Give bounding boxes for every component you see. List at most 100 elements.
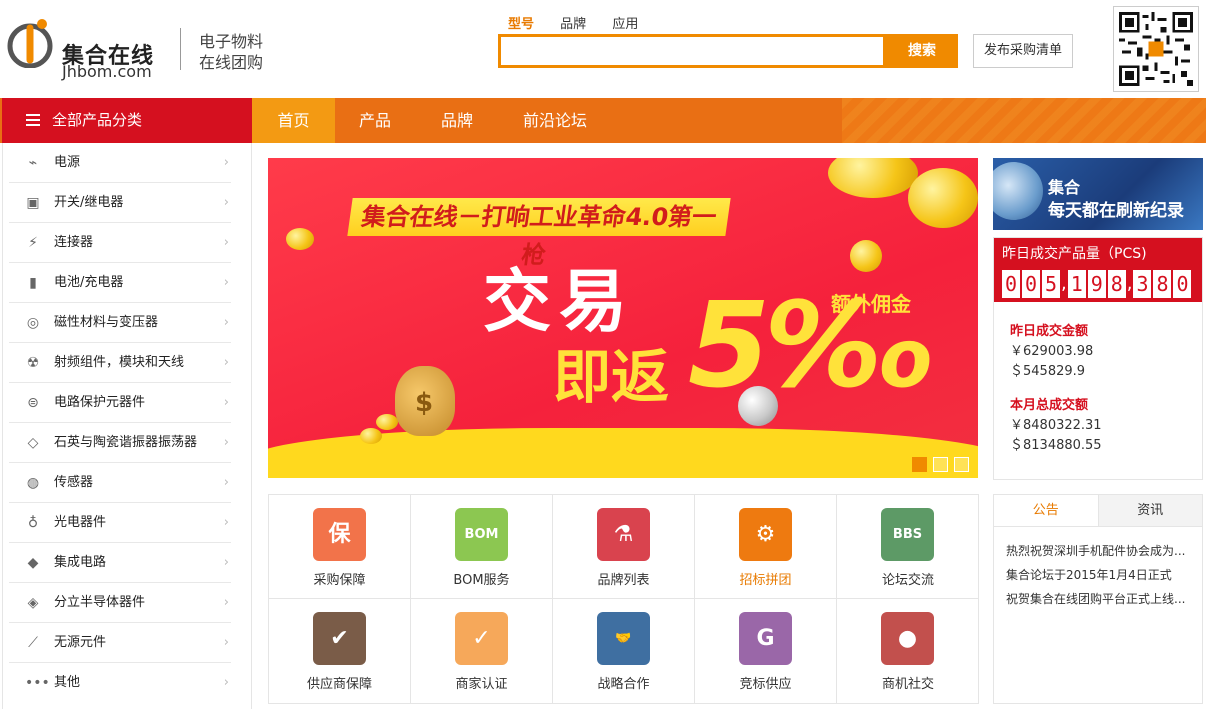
banner-dot-3[interactable] — [954, 457, 969, 472]
counter-separator: , — [1061, 273, 1067, 294]
service-label: 招标拼团 — [739, 573, 792, 588]
qr-code-icon — [1113, 6, 1199, 92]
notice-item[interactable]: 热烈祝贺深圳手机配件协会成为... — [1006, 539, 1192, 563]
hero-banner[interactable]: 集合在线－打响工业革命4.0第一枪 交易 即返 5‰ 额外佣金 $ — [268, 158, 978, 478]
user-verify-icon: ✓ — [455, 612, 508, 665]
nav-products[interactable]: 产品 — [359, 98, 391, 143]
month-amount-usd: ＄8134880.55 — [1010, 438, 1102, 453]
circuit-protect-icon: ⊜ — [27, 395, 39, 411]
gold-coin-icon — [376, 414, 398, 430]
counter-digit: 5 — [1042, 270, 1060, 298]
service-tile[interactable]: ✔ 供应商保障 — [269, 599, 411, 703]
banner-dot-1[interactable] — [912, 457, 927, 472]
category-item-switch[interactable]: ▣ 开关/继电器 › — [9, 183, 231, 223]
category-label: 射频组件，模块和天线 — [54, 355, 185, 370]
category-item-crystal[interactable]: ◇ 石英与陶瓷谐振器振荡器 › — [9, 423, 231, 463]
connector-icon: ⚡ — [28, 235, 38, 251]
banner-title: 集合在线－打响工业革命4.0第一枪 — [347, 198, 731, 269]
search-tab-application[interactable]: 应用 — [612, 17, 638, 32]
service-tile[interactable]: 🤝 战略合作 — [553, 599, 695, 703]
chevron-right-icon: › — [223, 435, 229, 450]
services-grid: 保采购保障 BOM BOM服务 ⚗ 品牌列表 ⚙ 招标拼团 BBS 论坛交流 ✔ 供应商保障 ✓ 商家认… — [268, 494, 979, 704]
category-item-passive[interactable]: ⟋ 无源元件 › — [9, 623, 231, 663]
tab-announcements[interactable]: 公告 — [994, 495, 1099, 526]
record-promo-banner[interactable]: 集合 每天都在刷新纪录 — [993, 158, 1203, 230]
category-label: 磁性材料与变压器 — [54, 315, 159, 330]
search-tab-brand[interactable]: 品牌 — [560, 17, 586, 32]
notice-item[interactable]: 集合论坛于2015年1月4日正式 — [1006, 563, 1192, 587]
main-nav: 全部产品分类 首页 产品 品牌 前沿论坛 — [0, 98, 1206, 143]
search-button[interactable]: 搜索 — [886, 34, 958, 68]
banner-dot-2[interactable] — [933, 457, 948, 472]
category-item-other[interactable]: ••• 其他 › — [9, 663, 231, 703]
category-item-ic[interactable]: ◆ 集成电路 › — [9, 543, 231, 583]
yesterday-amount-usd: ＄545829.9 — [1010, 364, 1086, 379]
chevron-right-icon: › — [223, 475, 229, 490]
notice-item[interactable]: 祝贺集合在线团购平台正式上线... — [1006, 587, 1192, 611]
category-item-semiconductor[interactable]: ◈ 分立半导体器件 › — [9, 583, 231, 623]
service-tile[interactable]: G 竞标供应 — [695, 599, 837, 703]
tab-news[interactable]: 资讯 — [1098, 495, 1202, 526]
service-tile[interactable]: BOM BOM服务 — [411, 495, 553, 599]
radio-icon: ☢ — [26, 355, 40, 371]
logo-divider — [180, 28, 181, 70]
category-item-power[interactable]: ⌁ 电源 › — [9, 143, 231, 183]
chevron-right-icon: › — [223, 275, 229, 290]
counter-digit: 1 — [1067, 270, 1086, 298]
category-sidebar: ⌁ 电源 › ▣ 开关/继电器 › ⚡ 连接器 › ▮ 电池/充电器 › ◎ 磁性材料与变压器 › … — [2, 143, 252, 709]
service-tile[interactable]: ● 商机社交 — [837, 599, 979, 703]
shield-icon: 保 — [313, 508, 366, 561]
category-item-magnet[interactable]: ◎ 磁性材料与变压器 › — [9, 303, 231, 343]
category-item-rf[interactable]: ☢ 射频组件，模块和天线 › — [9, 343, 231, 383]
category-label: 其他 — [54, 675, 81, 690]
search-input[interactable] — [498, 34, 886, 68]
service-tile[interactable]: ⚙ 招标拼团 — [695, 495, 837, 599]
site-logo[interactable]: 集合在线 Jhbom.com — [4, 12, 174, 81]
category-item-optoelectronic[interactable]: ♁ 光电器件 › — [9, 503, 231, 543]
search-tab-model[interactable]: 型号 — [508, 17, 534, 32]
notice-list: 热烈祝贺深圳手机配件协会成为... 集合论坛于2015年1月4日正式 祝贺集合在… — [994, 527, 1202, 611]
service-label: 论坛交流 — [881, 573, 934, 588]
service-tile[interactable]: BBS 论坛交流 — [837, 495, 979, 599]
more-icon: ••• — [25, 675, 50, 691]
category-item-battery[interactable]: ▮ 电池/充电器 › — [9, 263, 231, 303]
service-label: 商家认证 — [455, 677, 508, 692]
social-icon: ● — [881, 612, 934, 665]
header: 集合在线 Jhbom.com 电子物料 在线团购 型号 品牌 应用 搜索 发布采… — [0, 0, 1206, 98]
semiconductor-icon: ◈ — [27, 595, 39, 611]
category-label: 开关/继电器 — [54, 195, 124, 210]
switch-icon: ▣ — [26, 195, 40, 211]
power-icon: ⌁ — [28, 155, 38, 171]
service-tile[interactable]: ⚗ 品牌列表 — [553, 495, 695, 599]
counter-digit: 0 — [1002, 270, 1020, 298]
volume-counter: 005,198,380 — [1002, 270, 1194, 298]
service-tile[interactable]: 保采购保障 — [269, 495, 411, 599]
all-categories-label: 全部产品分类 — [52, 111, 143, 129]
counter-digit: 9 — [1087, 270, 1106, 298]
ic-icon: ◆ — [27, 555, 39, 571]
service-label: 品牌列表 — [597, 573, 650, 588]
category-item-circuit-protect[interactable]: ⊜ 电路保护元器件 › — [9, 383, 231, 423]
chevron-right-icon: › — [223, 595, 229, 610]
nav-home[interactable]: 首页 — [252, 98, 335, 143]
gold-coin-icon — [908, 168, 978, 228]
category-item-sensor[interactable]: ◍ 传感器 › — [9, 463, 231, 503]
counter-digit: 8 — [1107, 270, 1126, 298]
stats-header: 昨日成交产品量（PCS) 005,198,380 — [994, 238, 1202, 302]
category-label: 连接器 — [54, 235, 94, 250]
nav-brands[interactable]: 品牌 — [441, 98, 473, 143]
nav-forum[interactable]: 前沿论坛 — [523, 98, 587, 143]
category-label: 分立半导体器件 — [54, 595, 146, 610]
all-categories-button[interactable]: 全部产品分类 — [2, 98, 252, 143]
category-item-connector[interactable]: ⚡ 连接器 › — [9, 223, 231, 263]
gold-coin-icon — [360, 428, 382, 444]
service-label: 采购保障 — [313, 573, 366, 588]
gold-coin-icon — [850, 240, 882, 272]
service-label: 商机社交 — [881, 677, 934, 692]
chevron-right-icon: › — [223, 355, 229, 370]
publish-purchase-list-button[interactable]: 发布采购清单 — [973, 34, 1073, 68]
counter-digit: 3 — [1133, 270, 1152, 298]
gear-flow-icon: ⚙ — [739, 508, 792, 561]
magnet-icon: ◎ — [26, 315, 40, 331]
service-tile[interactable]: ✓ 商家认证 — [411, 599, 553, 703]
